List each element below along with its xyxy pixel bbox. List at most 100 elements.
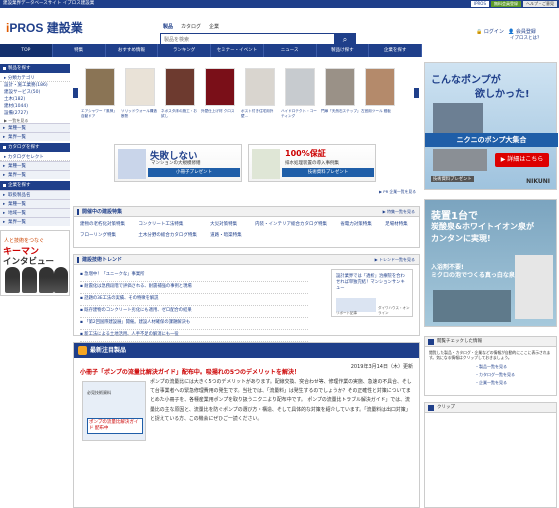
product-caption: ネポスタ床の施工・お試し (161, 109, 197, 118)
keyman-interview-banner[interactable]: 人と技術をつなぐ キーマン インタビュー (0, 230, 70, 296)
bath-image (433, 290, 511, 322)
featured-link[interactable]: コンクリート工法特集 (138, 221, 202, 227)
nav-ranking[interactable]: ランキング (158, 44, 211, 57)
sidebar-company-industry[interactable]: 業種一覧 (0, 199, 70, 209)
about-ipros-link[interactable]: イプロスとは？ (510, 35, 542, 41)
pr-company-list-link[interactable]: ▶ PR 企業一覧を見る (379, 189, 416, 195)
featured-link[interactable]: 足場材特集 (385, 221, 413, 227)
ad-strip: 小冊子プレゼント (148, 168, 240, 177)
bath-ad-banner[interactable]: 装置1台で 炭酸泉&ホワイトイオン泉が カンタンに実現! 入浴剤不要! ミクロの… (424, 199, 557, 327)
sidebar-company-region[interactable]: 地域一覧 (0, 208, 70, 218)
product-card[interactable]: 門扉「天然石ステップ」 (321, 68, 359, 118)
nav-features[interactable]: 特集 (53, 44, 106, 57)
site-logo[interactable]: iPROS 建設業 (6, 19, 83, 36)
nav-companies[interactable]: 企業を探す (369, 44, 422, 57)
sidebar-catalog-select[interactable]: カタログセレクト (0, 152, 70, 161)
global-nav: TOP 特集 おすすめ情報 ランキング セミナー・イベント ニュース 製品け探す… (0, 44, 422, 57)
sidebar-products-head[interactable]: 製品を探す (0, 64, 70, 73)
product-image (245, 68, 275, 106)
ad-subtitle: マンションの大規模修繕 (151, 161, 201, 166)
nav-recommend[interactable]: おすすめ情報 (106, 44, 159, 57)
sidebar-product-item[interactable]: 建設サービス(50) (0, 89, 70, 96)
sidebar-company-product[interactable]: 取扱製品名 (0, 190, 70, 200)
product-card[interactable]: 外壁仕上げ材 クロス (201, 68, 239, 118)
sidebar-product-item[interactable]: 設計・施工業務(186) (0, 82, 70, 89)
recent-companies-link[interactable]: ・企業一覧を見る (425, 379, 556, 387)
product-image (125, 68, 155, 106)
sidebar-catalog-sector[interactable]: 業界一覧 (0, 170, 70, 180)
featured-more-link[interactable]: ▶ 特集一覧を見る (383, 207, 415, 217)
recent-heading: 閲覧チェックした情報 (425, 337, 556, 347)
product-card[interactable]: ポスト付き住宅用外壁... (241, 68, 279, 118)
featured-link[interactable]: 大災対策特集 (210, 221, 247, 227)
sidebar-product-item[interactable]: 設備(2727) (0, 110, 70, 117)
top-register-button[interactable]: 無料会員登録 (491, 1, 521, 7)
product-caption: エアシャワー「風神」自動ドア (81, 109, 117, 118)
search-tab-products[interactable]: 製品 (163, 23, 173, 30)
product-caption: ポスト付き住宅用外壁... (241, 109, 274, 118)
featured-link[interactable]: 建物の老朽化対策特集 (80, 221, 130, 227)
person-photo (22, 267, 37, 293)
sidebar-company-sector[interactable]: 業界一覧 (0, 217, 70, 227)
bath-ad-headline: 装置1台で (431, 211, 478, 222)
product-card[interactable]: ハイドロテクト・コーティング (281, 68, 319, 118)
pump-ad-headline2: 欲しかった! (475, 89, 530, 100)
trend-list: 急増中！「ユニークな」事業所 耐震化は急務段階で評価される、耐震補強の事例と現場… (80, 270, 308, 342)
news-title-link[interactable]: 小冊子「ポンプの流量比解決ガイド」配布中。吸揚れの5つのデメリットを解決！ (80, 367, 330, 376)
product-card[interactable]: 左官用ツール 鏝板 (361, 68, 399, 118)
ad-banner-repair[interactable]: 失敗しない マンションの大規模修繕 小冊子プレゼント (114, 144, 242, 182)
carousel-prev-button[interactable] (73, 88, 78, 98)
trend-item[interactable]: 新工法による土地活用、人手不足の解消にも一役 (80, 330, 308, 342)
ipros-link[interactable]: IPROS (470, 1, 489, 7)
search-tab-companies[interactable]: 企業 (209, 23, 219, 30)
search-tab-catalogs[interactable]: カタログ (181, 23, 201, 30)
carousel-next-button[interactable] (414, 88, 419, 98)
sidebar-sector-list[interactable]: 業界一覧 (0, 132, 70, 142)
login-link[interactable]: 🔒 ログイン (476, 28, 504, 35)
pump-detail-button[interactable]: ▶ 詳細はこちら (495, 153, 549, 167)
sidebar-industry-list[interactable]: 業種一覧 (0, 123, 70, 133)
featured-link[interactable]: フローリング特集 (80, 232, 130, 238)
pump-image (433, 103, 483, 135)
recent-catalogs-link[interactable]: ・カタログ一覧を見る (425, 371, 556, 379)
nav-seminar[interactable]: セミナー・イベント (211, 44, 264, 57)
trend-item[interactable]: 「第2回国際建設展」開催。建設人材確保の課題解決も (80, 318, 308, 330)
recent-products-link[interactable]: ・製品一覧を見る (425, 363, 556, 371)
nav-news[interactable]: ニュース (264, 44, 317, 57)
product-image (365, 68, 395, 106)
featured-link[interactable]: 土木分野の総合カタログ特集 (138, 232, 202, 238)
nav-products[interactable]: 製品け探す (317, 44, 370, 57)
news-image[interactable]: 必見技術資料 ポンプの流量比解決ガイド 配布中 (82, 381, 146, 441)
sidebar-catalog-industry[interactable]: 業種一覧 (0, 161, 70, 171)
trend-item[interactable]: 話題の3E工法の実績、その特徴を解説 (80, 294, 308, 306)
nav-top[interactable]: TOP (0, 44, 53, 57)
featured-link[interactable]: 道路・暗渠特集 (210, 232, 247, 238)
member-register-link[interactable]: 👤 会員登録 (508, 28, 536, 35)
trend-item[interactable]: 急増中！「ユニークな」事業所 (80, 270, 308, 282)
featured-link[interactable]: 省電力対策特集 (340, 221, 377, 227)
product-card[interactable]: ネポスタ床の施工・お試し (161, 68, 199, 118)
featured-link[interactable]: 内装・インテリア総合カタログ特集 (255, 221, 332, 227)
sidebar-products-category[interactable]: 分類カテゴリ (0, 73, 70, 82)
pump-ad-banner[interactable]: こんなポンプが 欲しかった! ニクニのポンプ大集合 ▶ 詳細はこちら 技術資料プ… (424, 62, 558, 190)
ad-title: 100%保証 (285, 149, 326, 158)
sidebar-product-item[interactable]: 土木(182) (0, 96, 70, 103)
help-link[interactable]: ヘルプ・ご意見 (523, 1, 557, 7)
product-caption: ハイドロテクト・コーティング (281, 109, 317, 118)
sidebar-company-head[interactable]: 企業を探す (0, 181, 70, 190)
product-card[interactable]: エアシャワー「風神」自動ドア (81, 68, 119, 118)
trend-item[interactable]: 耐震化は急務段階で評価される、耐震補強の事例と現場 (80, 282, 308, 294)
product-image (85, 68, 115, 106)
clip-panel: クリップ (424, 402, 557, 508)
trend-more-link[interactable]: ▶ トレンド一覧を見る (375, 255, 415, 265)
ad-subtitle: 排水処理装置の導入事例集 (285, 161, 339, 166)
sidebar-catalog-head[interactable]: カタログを探す (0, 143, 70, 152)
ad-banner-drainage[interactable]: 100%保証 排水処理装置の導入事例集 技術資料プレゼント (248, 144, 376, 182)
trend-ad[interactable]: 設計業界では「透析」治療院を合わせれば単独完結！マンションサンキュー リポート記… (331, 269, 413, 317)
pump-ad-strip: ニクニのポンプ大集合 (425, 133, 558, 147)
trend-item[interactable]: 既存建物のコンクリート劣化にも適用、ゼロ配合の結果 (80, 306, 308, 318)
product-card[interactable]: ソリッドウォール構造断熱 (121, 68, 159, 118)
product-caption: 門扉「天然石ステップ」 (321, 109, 359, 113)
left-sidebar: 製品を探す 分類カテゴリ 設計・施工業務(186) 建設サービス(50) 土木(… (0, 62, 70, 296)
sidebar-product-item[interactable]: 建材(1044) (0, 103, 70, 110)
